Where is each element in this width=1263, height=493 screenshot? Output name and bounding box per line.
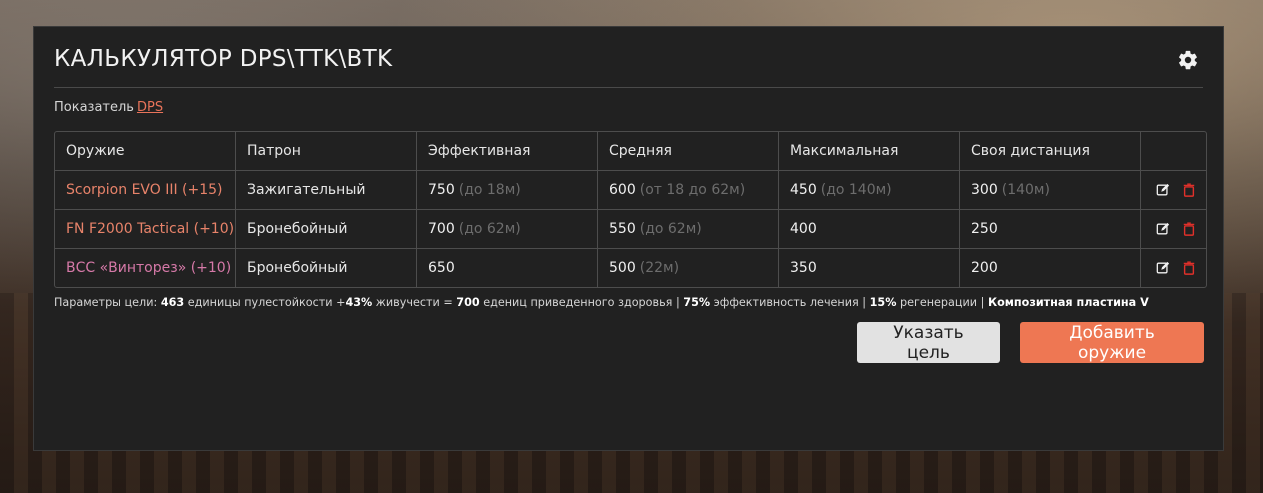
average-cell: 500 (22м) [598, 249, 779, 287]
table-row: Scorpion EVO III (+15) Зажигательный 750… [55, 171, 1206, 210]
maximum-value: 350 [790, 260, 817, 276]
indicator-label: Показатель [54, 100, 134, 115]
total-value: 700 [456, 296, 480, 309]
column-header-ammo: Патрон [236, 132, 417, 171]
maximum-cell: 350 [779, 249, 960, 287]
heal-value: 75% [683, 296, 711, 309]
edit-icon[interactable] [1156, 261, 1170, 275]
hp-text: единицы пулестойкости [187, 296, 333, 309]
maximum-note: (до 140м) [820, 182, 892, 198]
average-value: 500 [609, 260, 636, 276]
row-actions [1141, 171, 1206, 210]
maximum-cell: 400 [779, 210, 960, 249]
edit-icon[interactable] [1156, 183, 1170, 197]
average-note: (22м) [639, 260, 680, 276]
target-parameters: Параметры цели: 463 единицы пулестойкост… [54, 296, 1203, 309]
effective-value: 700 [428, 221, 455, 237]
panel-header: КАЛЬКУЛЯТОР DPS\TTK\BTK [54, 27, 1203, 88]
effective-cell: 650 [417, 249, 598, 287]
custom-cell: 250 [960, 210, 1141, 249]
ammo-type: Зажигательный [236, 171, 417, 210]
trash-icon[interactable] [1182, 222, 1196, 236]
ammo-type: Бронебойный [236, 210, 417, 249]
column-header-custom: Своя дистанция [960, 132, 1141, 171]
regen-text: регенерации | [899, 296, 985, 309]
table-row: ВСС «Винторез» (+10) Бронебойный 650 500… [55, 249, 1206, 287]
table-header-row: Оружие Патрон Эффективная Средняя Максим… [55, 132, 1206, 171]
page-title: КАЛЬКУЛЯТОР DPS\TTK\BTK [54, 46, 393, 72]
vit-value: 43% [345, 296, 373, 309]
maximum-cell: 450 (до 140м) [779, 171, 960, 210]
weapon-name[interactable]: Scorpion EVO III (+15) [55, 171, 236, 210]
calculator-panel: КАЛЬКУЛЯТОР DPS\TTK\BTK Показатель DPS Ор… [33, 26, 1224, 451]
average-note: (от 18 до 62м) [639, 182, 746, 198]
maximum-value: 450 [790, 182, 817, 198]
average-note: (до 62м) [639, 221, 702, 237]
total-text: едениц приведенного здоровья | [483, 296, 680, 309]
params-prefix: Параметры цели: [54, 296, 158, 309]
custom-value: 300 [971, 182, 998, 198]
average-cell: 550 (до 62м) [598, 210, 779, 249]
custom-cell: 200 [960, 249, 1141, 287]
weapon-name[interactable]: ВСС «Винторез» (+10) [55, 249, 236, 287]
custom-value: 250 [971, 221, 998, 237]
column-header-effective: Эффективная [417, 132, 598, 171]
add-weapon-button[interactable]: Добавить оружие [1020, 322, 1204, 363]
table-row: FN F2000 Tactical (+10) Бронебойный 700(… [55, 210, 1206, 249]
column-header-maximum: Максимальная [779, 132, 960, 171]
average-value: 550 [609, 221, 636, 237]
maximum-value: 400 [790, 221, 817, 237]
trash-icon[interactable] [1182, 261, 1196, 275]
average-value: 600 [609, 182, 636, 198]
ammo-type: Бронебойный [236, 249, 417, 287]
action-buttons: Указать цель Добавить оружие [857, 322, 1204, 363]
edit-icon[interactable] [1156, 222, 1170, 236]
indicator-dps-link[interactable]: DPS [137, 100, 163, 115]
custom-value: 200 [971, 260, 998, 276]
hp-value: 463 [160, 296, 185, 309]
effective-cell: 700 (до 62м) [417, 210, 598, 249]
column-header-average: Средняя [598, 132, 779, 171]
set-target-button[interactable]: Указать цель [857, 322, 1000, 363]
effective-note: (до 62м) [458, 221, 521, 237]
column-header-weapon: Оружие [55, 132, 236, 171]
effective-note: (до 18м) [458, 182, 521, 198]
weapon-name[interactable]: FN F2000 Tactical (+10) [55, 210, 236, 249]
column-header-actions [1141, 132, 1206, 171]
gear-icon[interactable] [1177, 49, 1199, 71]
effective-value: 650 [428, 260, 455, 276]
heal-text: эффективность лечения | [713, 296, 867, 309]
custom-note: (140м) [1001, 182, 1050, 198]
armor-name: Композитная пластина V [987, 296, 1149, 309]
weapons-table: Оружие Патрон Эффективная Средняя Максим… [54, 131, 1207, 288]
trash-icon[interactable] [1182, 183, 1196, 197]
row-actions [1141, 210, 1206, 249]
average-cell: 600 (от 18 до 62м) [598, 171, 779, 210]
row-actions [1141, 249, 1206, 287]
effective-cell: 750 (до 18м) [417, 171, 598, 210]
effective-value: 750 [428, 182, 455, 198]
indicator-line: Показатель DPS [54, 100, 1203, 115]
custom-cell: 300 (140м) [960, 171, 1141, 210]
vit-text: живучести = [375, 296, 453, 309]
regen-value: 15% [869, 296, 897, 309]
